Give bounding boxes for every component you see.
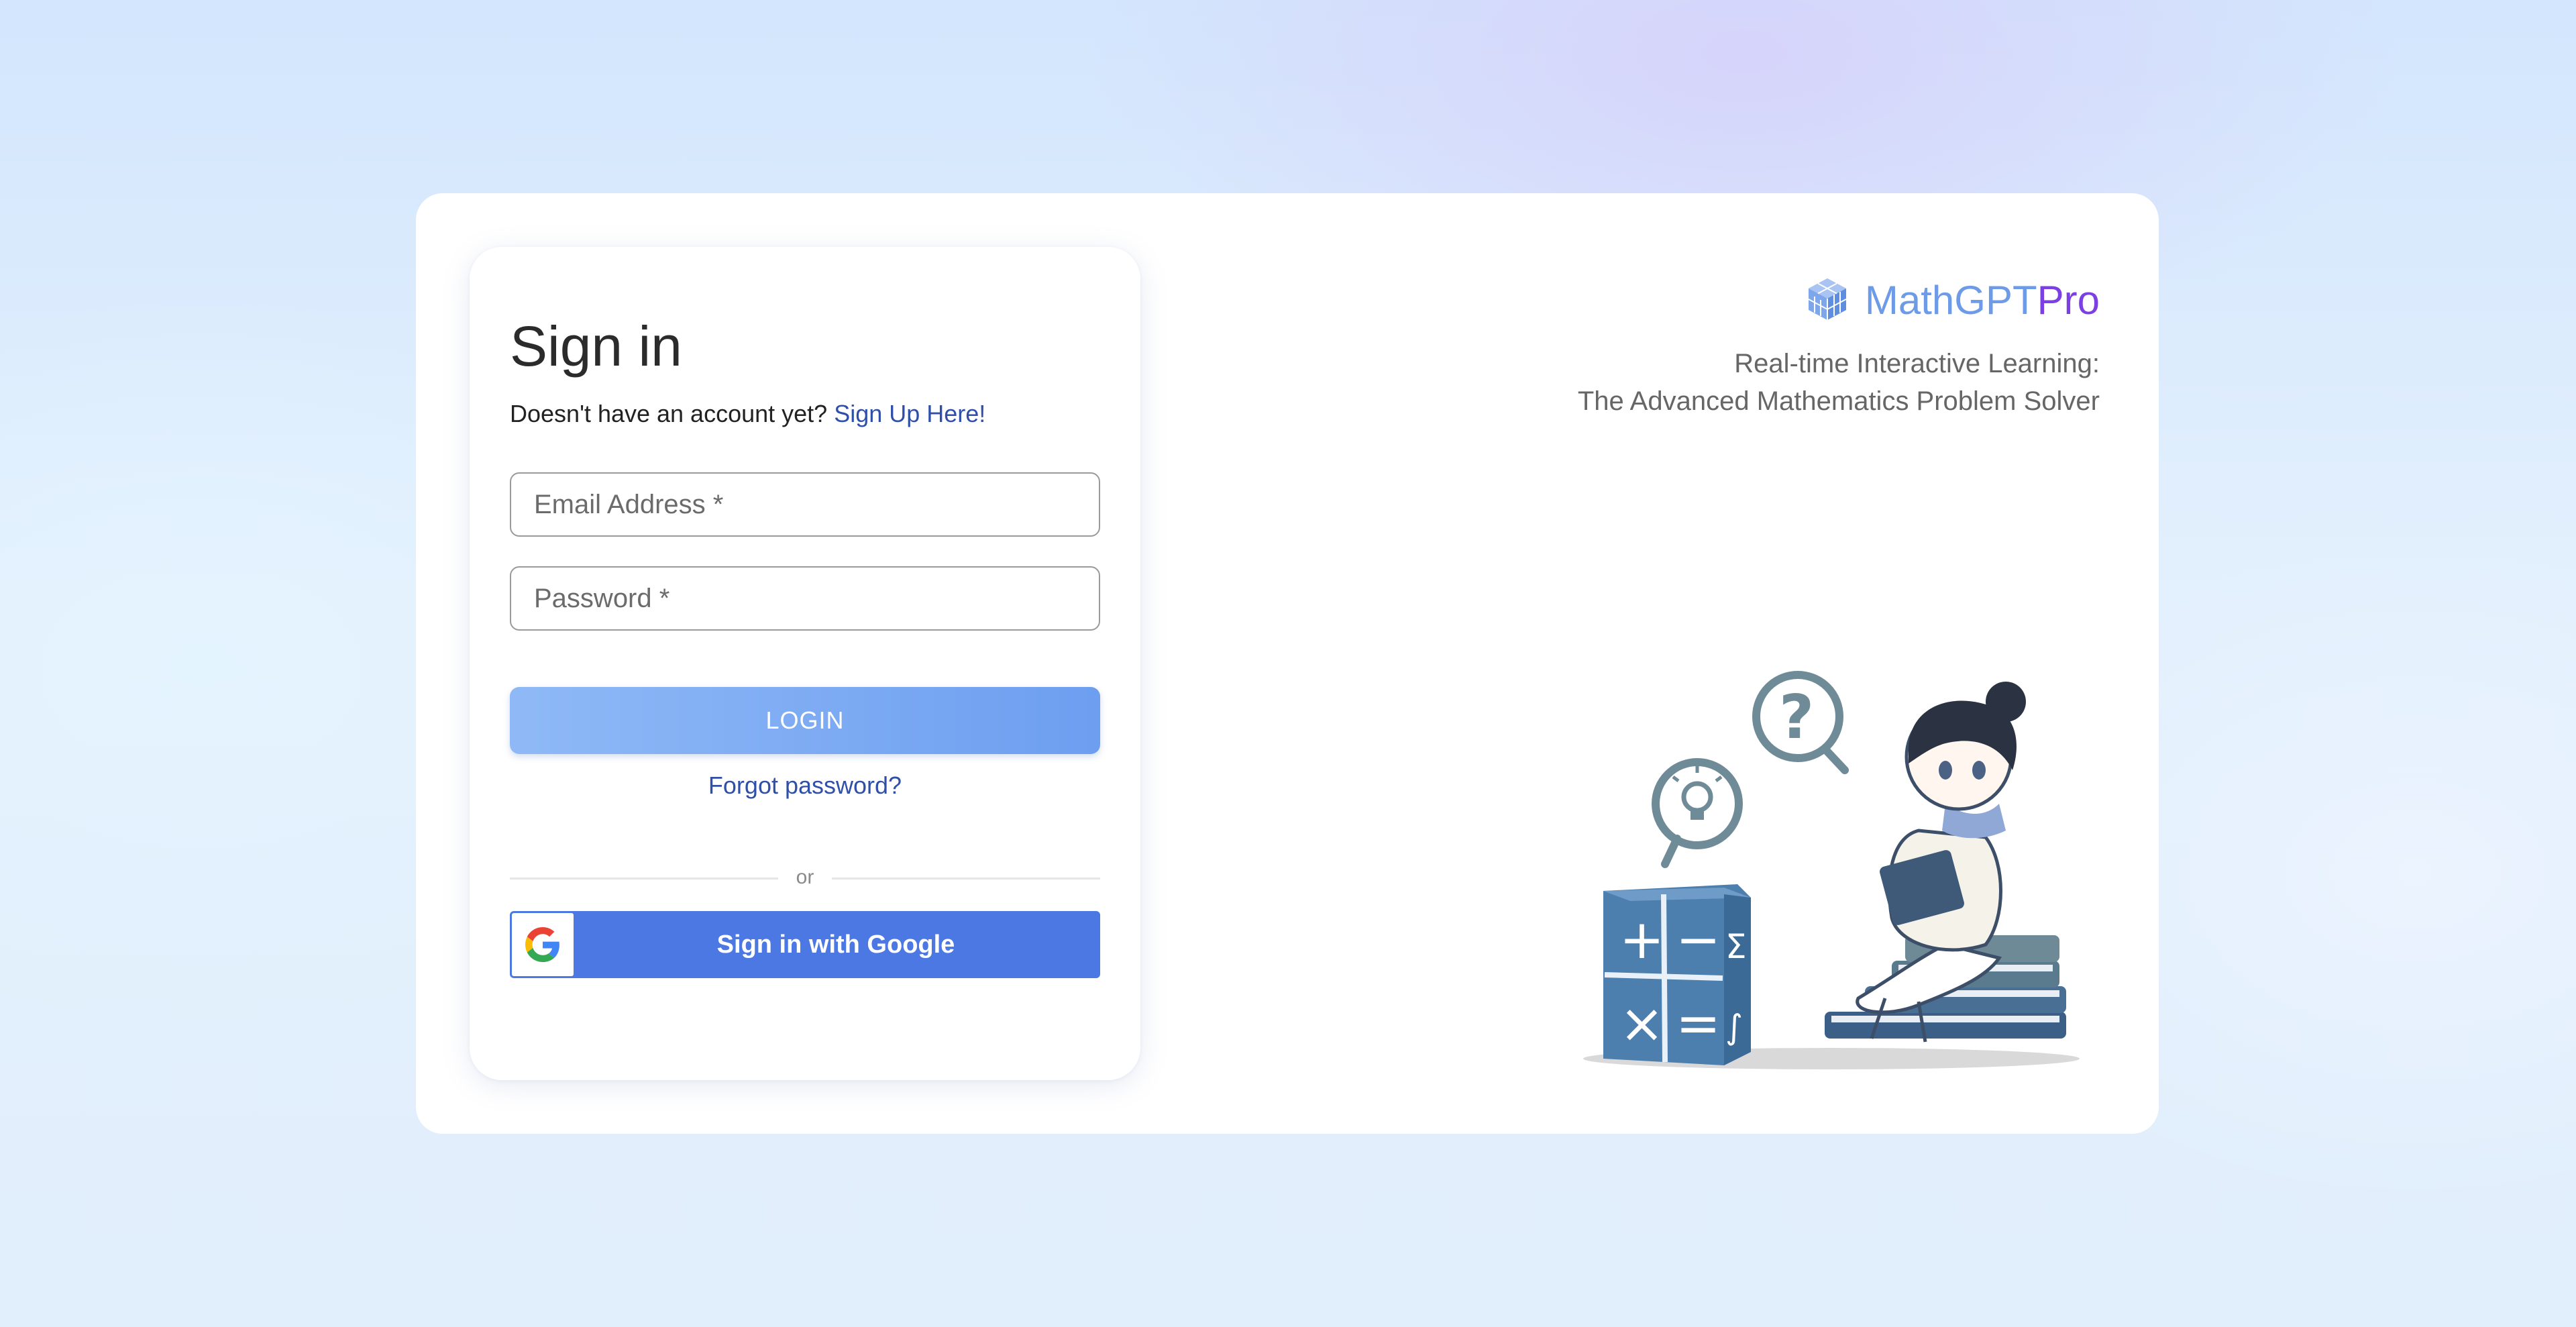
- student-reading-illustration: + − × = Σ ∫ ?: [1583, 671, 2080, 1069]
- brand-name-math: MathGPT: [1864, 278, 2037, 323]
- signup-link[interactable]: Sign Up Here!: [834, 400, 985, 427]
- email-field-container: [510, 472, 1100, 537]
- forgot-password-link[interactable]: Forgot password?: [510, 772, 1100, 800]
- svg-text:=: =: [1676, 992, 1721, 1055]
- brand-logo: MathGPTPro: [1806, 274, 2100, 327]
- or-divider: or: [510, 864, 1100, 891]
- page-title: Sign in: [510, 315, 682, 378]
- signup-prompt-text: Doesn't have an account yet?: [510, 400, 828, 427]
- svg-text:+: +: [1619, 908, 1664, 971]
- brand-name-pro: Pro: [2037, 278, 2100, 323]
- svg-text:×: ×: [1619, 992, 1664, 1055]
- calculator-cube-icon: + − × = Σ ∫: [1603, 884, 1751, 1065]
- password-field-container: [510, 566, 1100, 631]
- tagline: Real-time Interactive Learning: The Adva…: [1578, 345, 2100, 420]
- login-card: Sign in Doesn't have an account yet? Sig…: [416, 193, 2159, 1134]
- svg-text:?: ?: [1779, 682, 1814, 753]
- login-button[interactable]: LOGIN: [510, 687, 1100, 754]
- cube-logo-icon: [1806, 277, 1849, 325]
- tagline-line-1: Real-time Interactive Learning:: [1734, 349, 2100, 378]
- google-icon: [512, 913, 574, 976]
- divider-line-right: [832, 878, 1100, 880]
- svg-text:∫: ∫: [1725, 1008, 1743, 1047]
- svg-text:−: −: [1676, 908, 1721, 971]
- password-field[interactable]: [511, 568, 1099, 629]
- signup-prompt: Doesn't have an account yet? Sign Up Her…: [510, 400, 985, 428]
- google-signin-button[interactable]: Sign in with Google: [510, 911, 1100, 978]
- svg-text:Σ: Σ: [1725, 927, 1747, 966]
- brand-name: MathGPTPro: [1865, 280, 2100, 321]
- signin-panel: Sign in Doesn't have an account yet? Sig…: [470, 247, 1140, 1080]
- google-signin-label: Sign in with Google: [716, 931, 955, 959]
- tagline-line-2: The Advanced Mathematics Problem Solver: [1577, 386, 2100, 416]
- email-field[interactable]: [511, 474, 1099, 535]
- question-bubble-icon: ?: [1752, 671, 1849, 774]
- lightbulb-bubble-icon: [1652, 758, 1743, 868]
